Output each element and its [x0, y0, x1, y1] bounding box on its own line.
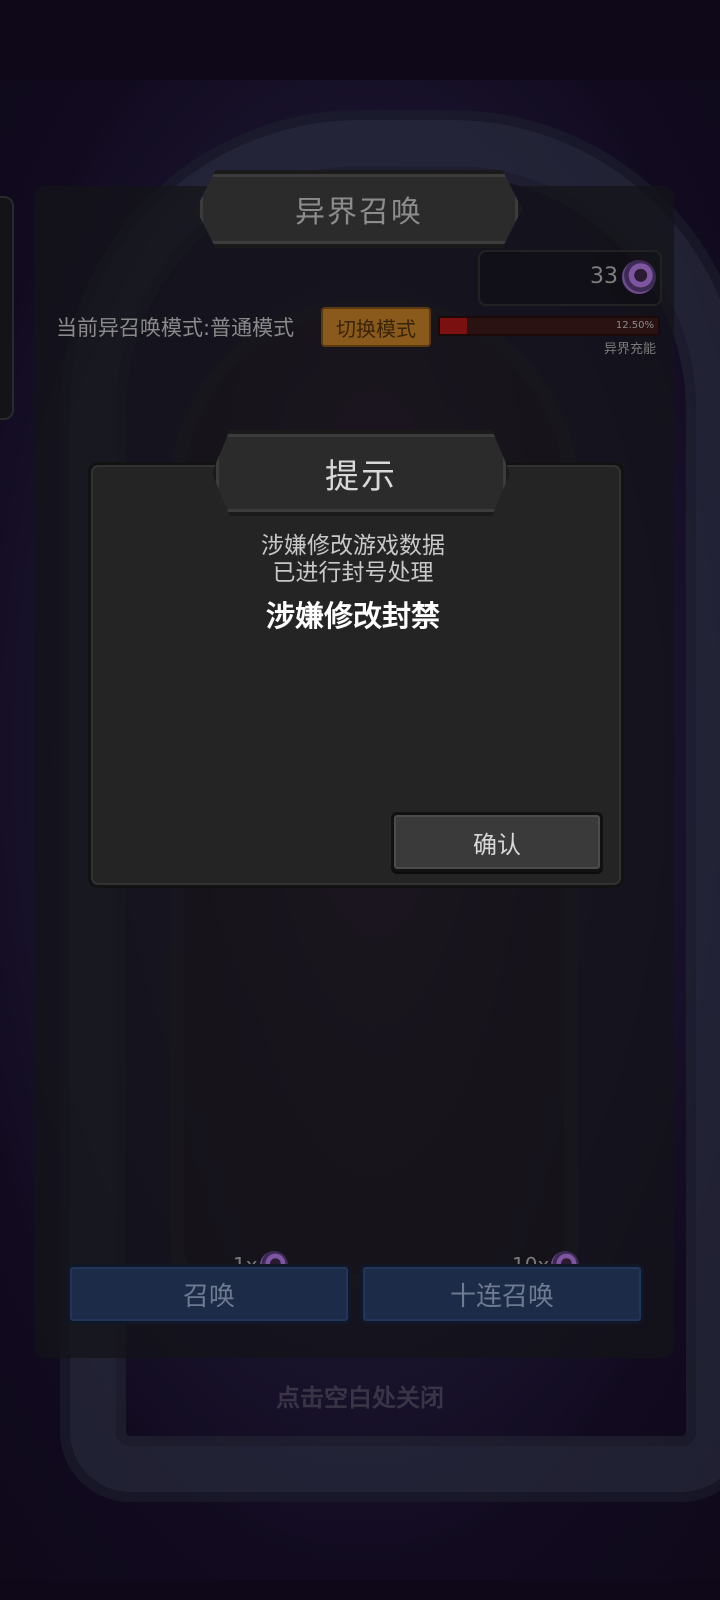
charge-progress-bar: 12.50% [438, 316, 660, 336]
summon-title-banner: 异界召唤 [196, 170, 522, 248]
ten-summon-button[interactable]: 十连召唤 [360, 1264, 644, 1324]
side-tab[interactable] [0, 196, 14, 420]
dialog-title-banner: 提示 [212, 430, 510, 516]
summon-mode-label: 当前异召唤模式:普通模式 [56, 316, 295, 340]
close-hint[interactable]: 点击空白处关闭 [0, 1378, 720, 1413]
charge-percent: 12.50% [615, 320, 654, 331]
currency-amount: 33 [590, 264, 618, 289]
charge-label: 异界充能 [603, 342, 656, 357]
dialog-message-strong: 涉嫌修改封禁 [265, 599, 440, 633]
dialog-message-line2: 已进行封号处理 [272, 560, 434, 586]
currency-display: 33 [478, 250, 662, 306]
confirm-button[interactable]: 确认 [391, 812, 603, 872]
switch-mode-button[interactable]: 切换模式 [321, 307, 431, 347]
void-orb-icon [622, 260, 656, 294]
dialog-message-line1: 涉嫌修改游戏数据 [261, 533, 445, 559]
charge-progress-fill [440, 318, 468, 334]
single-summon-button[interactable]: 召唤 [67, 1264, 351, 1324]
dialog-title: 提示 [325, 456, 397, 497]
summon-title: 异界召唤 [295, 195, 423, 230]
